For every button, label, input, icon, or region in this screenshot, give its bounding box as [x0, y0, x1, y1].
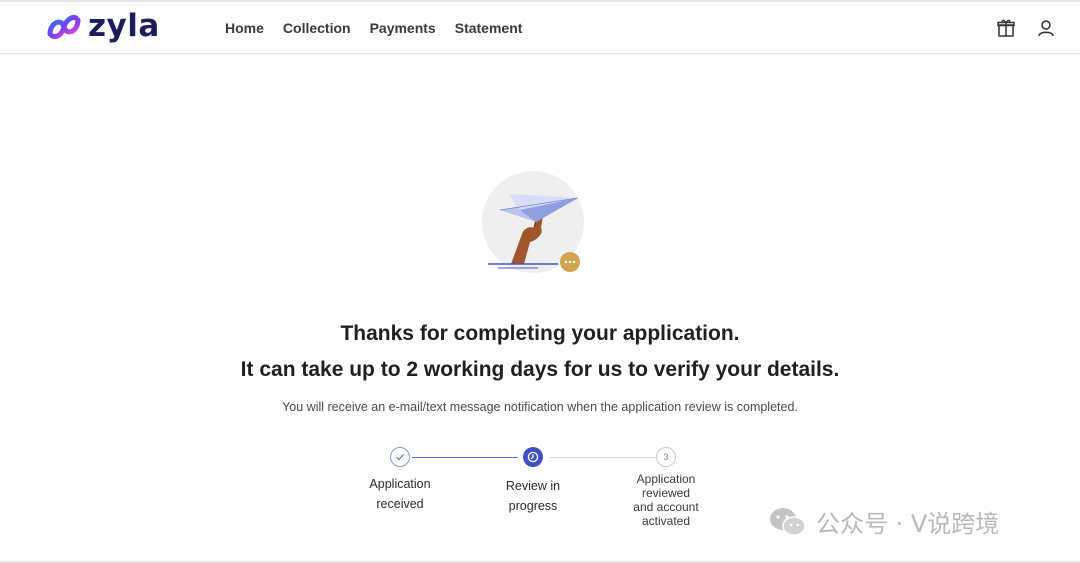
confirmation-subtitle: It can take up to 2 working days for us …: [240, 358, 840, 381]
brand-logo[interactable]: zyla: [46, 11, 160, 42]
nav-payments[interactable]: Payments: [370, 20, 436, 36]
step-1-label: Application received: [369, 477, 431, 511]
watermark: 公众号 · V说跨境: [768, 504, 999, 539]
step-3-indicator: 3: [656, 447, 676, 467]
step-2-indicator: [523, 447, 543, 467]
step-3-label: Application reviewed and account activat…: [633, 472, 699, 528]
brand-name: zyla: [88, 8, 160, 44]
nav-statement[interactable]: Statement: [455, 20, 523, 36]
user-icon[interactable]: [1036, 18, 1056, 38]
progress-line-pending: [550, 457, 656, 458]
check-icon: [396, 453, 405, 461]
confirmation-title: Thanks for completing your application.: [340, 322, 740, 345]
wechat-icon: [770, 507, 806, 536]
main-nav: Home Collection Payments Statement: [225, 20, 522, 36]
paper-plane-illustration: [482, 171, 584, 273]
watermark-text: 公众号 · V说跨境: [816, 510, 1000, 538]
app-window: zyla Home Collection Payments Statement: [0, 0, 1080, 563]
brand-logo-icon: [47, 14, 81, 39]
progress-line-completed: [412, 457, 518, 458]
top-header: zyla Home Collection Payments Statement: [0, 2, 1080, 54]
clock-icon: [527, 451, 539, 463]
notification-note: You will receive an e-mail/text message …: [282, 400, 798, 414]
step-2-label: Review in progress: [505, 479, 561, 513]
nav-collection[interactable]: Collection: [283, 20, 351, 36]
header-actions: [996, 18, 1056, 38]
nav-home[interactable]: Home: [225, 20, 264, 36]
step-1-indicator: [390, 447, 410, 467]
gift-icon[interactable]: [996, 18, 1016, 38]
